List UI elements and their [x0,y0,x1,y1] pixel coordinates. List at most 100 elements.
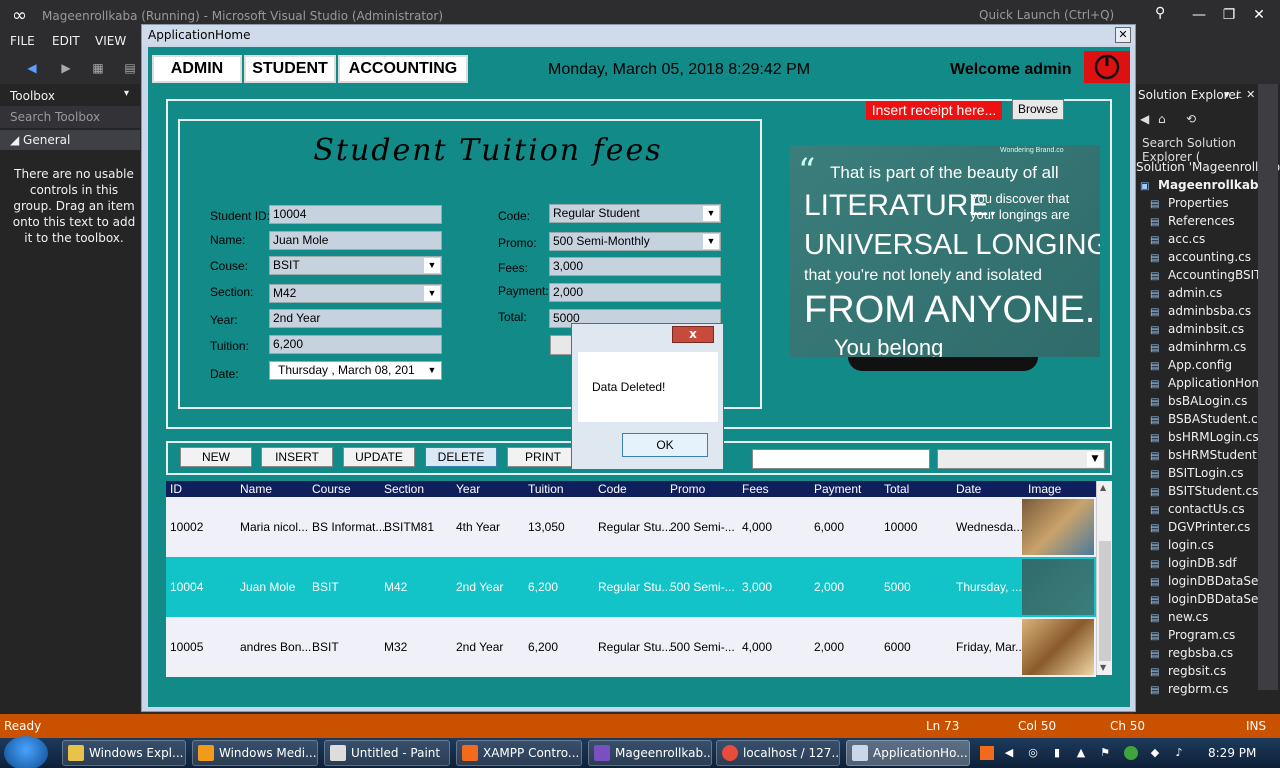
search-field-select[interactable]: ▼ [937,449,1105,469]
solution-file-item[interactable]: ▤ regbrm.cs [1150,682,1228,700]
project-node[interactable]: ▣ Mageenrollkaba [1140,178,1267,196]
solution-file-item[interactable]: ▤ Program.cs [1150,628,1235,646]
solution-file-item[interactable]: ▤ loginDB.sdf [1150,556,1237,574]
task-windows-media[interactable]: Windows Medi... [192,740,318,766]
minimize-button[interactable]: — [1184,4,1214,26]
grid-column-header[interactable]: Course [312,482,351,496]
task-windows-explorer[interactable]: Windows Expl... [62,740,186,766]
solution-file-item[interactable]: ▤ adminbsba.cs [1150,304,1251,322]
close-button[interactable]: ✕ [1244,4,1274,26]
dialog-ok-button[interactable]: OK [622,433,708,457]
fees-data-grid[interactable]: ID Name Course Section Year Tuition Code Promo F… [166,481,1112,677]
solution-file-item[interactable]: ▤ AccountingBSITS [1150,268,1269,286]
solution-file-item[interactable]: ▤ Properties [1150,196,1229,214]
name-field[interactable]: Juan Mole [269,231,442,250]
toolbox-search-input[interactable]: Search Toolbox [0,106,140,128]
payment-field[interactable]: 2,000 [549,283,721,302]
task-xampp[interactable]: XAMPP Contro... [456,740,582,766]
delete-button[interactable]: DELETE [425,447,497,467]
nav-admin-button[interactable]: ADMIN [152,55,242,83]
solution-file-item[interactable]: ▤ accounting.cs [1150,250,1251,268]
grid-column-header[interactable]: Image [1028,482,1061,496]
grid-column-header[interactable]: Tuition [528,482,564,496]
dialog-close-button[interactable]: x [672,326,714,343]
solution-file-item[interactable]: ▤ BSITLogin.cs [1150,466,1244,484]
solution-file-item[interactable]: ▤ References [1150,214,1235,232]
solution-file-item[interactable]: ▤ loginDBDataSet.x [1150,574,1274,592]
update-icon[interactable] [1124,746,1138,760]
menu-view[interactable]: VIEW [95,34,126,48]
solution-file-item[interactable]: ▤ regbsit.cs [1150,664,1226,682]
grid-column-header[interactable]: Name [240,482,272,496]
battery-icon[interactable]: ▮ [1050,746,1064,760]
solution-file-item[interactable]: ▤ login.cs [1150,538,1214,556]
home-icon[interactable]: ⌂ [1158,112,1166,126]
fees-field[interactable]: 3,000 [549,257,721,276]
grid-column-header[interactable]: Date [956,482,981,496]
solution-file-item[interactable]: ▤ admin.cs [1150,286,1222,304]
solution-file-item[interactable]: ▤ bsHRMLogin.cs [1150,430,1259,448]
xampp-tray-icon[interactable] [980,746,994,760]
menu-file[interactable]: FILE [10,34,35,48]
nav-student-button[interactable]: STUDENT [244,55,336,83]
solution-file-item[interactable]: ▤ adminbsit.cs [1150,322,1244,340]
student-id-field[interactable]: 10004 [269,205,442,224]
task-application-home[interactable]: ApplicationHo... [846,740,970,766]
solution-file-item[interactable]: ▤ loginDBDataSet1 [1150,592,1271,610]
pin-icon[interactable]: ▾ ⊥ ✕ [1224,88,1255,101]
nav-accounting-button[interactable]: ACCOUNTING [338,55,468,83]
tuition-field[interactable]: 6,200 [269,335,442,354]
network-icon[interactable]: ◎ [1026,746,1040,760]
security-icon[interactable]: ◆ [1148,746,1162,760]
solution-file-item[interactable]: ▤ bsBALogin.cs [1150,394,1247,412]
print-button[interactable]: PRINT [507,447,579,467]
solution-file-item[interactable]: ▤ App.config [1150,358,1232,376]
solution-file-item[interactable]: ▤ new.cs [1150,610,1208,628]
solution-file-item[interactable]: ▤ adminhrm.cs [1150,340,1246,358]
maximize-button[interactable]: ❐ [1214,4,1244,26]
grid-column-header[interactable]: Promo [670,482,705,496]
update-button[interactable]: UPDATE [343,447,415,467]
back-icon[interactable]: ◀ [1140,112,1149,126]
promo-select[interactable]: 500 Semi-Monthly ▼ [549,232,721,251]
date-picker[interactable]: Thursday , March 08, 201 ▼ [269,361,442,380]
solution-file-item[interactable]: ▤ contactUs.cs [1150,502,1245,520]
app-close-button[interactable]: ✕ [1115,27,1131,43]
search-icon[interactable]: ⚲ [1155,5,1165,21]
grid-column-header[interactable]: Total [884,482,909,496]
solution-file-item[interactable]: ▤ ApplicationHom [1150,376,1263,394]
table-row[interactable]: 10004 Juan Mole BSIT M42 2nd Year 6,200 Regula… [166,557,1096,617]
browse-button[interactable]: Browse [1012,99,1064,120]
solution-explorer-scrollbar[interactable] [1258,84,1278,690]
grid-column-header[interactable]: ID [170,482,182,496]
open-icon[interactable]: ▤ [122,60,138,76]
new-project-icon[interactable]: ▦ [90,60,106,76]
task-paint[interactable]: Untitled - Paint [324,740,450,766]
flag-icon[interactable]: ⚑ [1098,746,1112,760]
solution-file-item[interactable]: ▤ BSBAStudent.cs [1150,412,1264,430]
signal-icon[interactable]: ▲ [1074,746,1088,760]
grid-column-header[interactable]: Payment [814,482,861,496]
scroll-thumb[interactable] [1099,541,1111,661]
year-field[interactable]: 2nd Year [269,309,442,328]
course-select[interactable]: BSIT ▼ [269,256,442,275]
toolbox-group-general[interactable]: ◢ General [0,130,140,150]
grid-column-header[interactable]: Section [384,482,424,496]
logout-power-icon[interactable] [1084,51,1130,83]
forward-icon[interactable]: ▶ [58,60,74,76]
start-button[interactable] [4,736,48,768]
task-chrome[interactable]: localhost / 127.... [716,740,840,766]
volume-icon[interactable]: ◀ [1002,746,1016,760]
solution-file-item[interactable]: ▤ BSITStudent.cs [1150,484,1258,502]
solution-file-item[interactable]: ▤ acc.cs [1150,232,1205,250]
table-row[interactable]: 10005 andres Bon... BSIT M32 2nd Year 6,200 Re… [166,617,1096,677]
dropdown-icon[interactable]: ▾ [124,88,129,99]
solution-file-item[interactable]: ▤ DGVPrinter.cs [1150,520,1250,538]
grid-column-header[interactable]: Code [598,482,627,496]
grid-column-header[interactable]: Fees [742,482,769,496]
scroll-down-icon[interactable]: ▼ [1100,663,1106,672]
sync-icon[interactable]: ⟲ [1186,112,1196,126]
solution-file-item[interactable]: ▤ bsHRMStudent.c [1150,448,1267,466]
section-select[interactable]: M42 ▼ [269,284,442,303]
menu-edit[interactable]: EDIT [52,34,80,48]
